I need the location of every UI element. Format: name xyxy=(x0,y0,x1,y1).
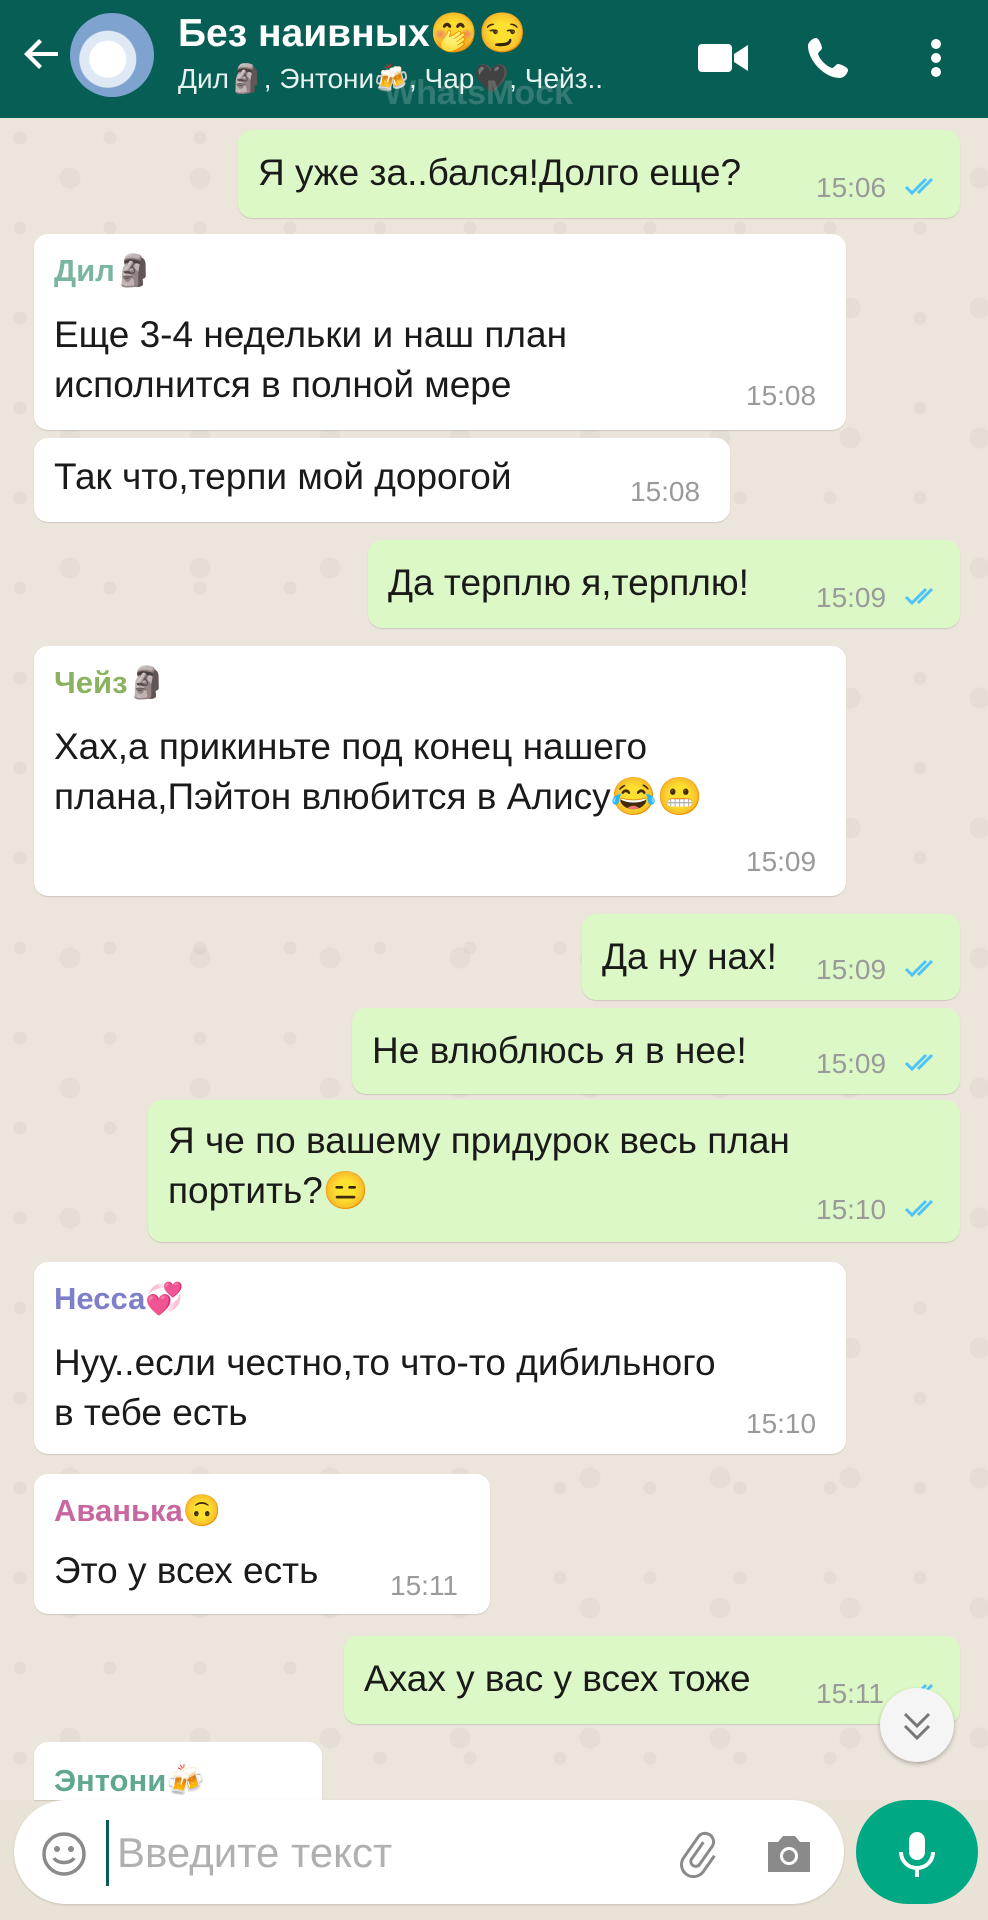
message-text: Я уже за..бался!Долго еще? xyxy=(258,152,742,193)
message-text: Да ну нах! xyxy=(602,936,777,977)
read-ticks-icon xyxy=(904,177,934,196)
message-sender: Аванька🙃 xyxy=(54,1493,222,1528)
message-text: Ахах у вас у всех тоже xyxy=(364,1658,751,1699)
message-time: 15:10 xyxy=(746,1408,817,1439)
phone-icon xyxy=(808,38,848,78)
message-incoming[interactable]: Дил🗿 Еще 3-4 недельки и наш план исполни… xyxy=(34,234,846,430)
back-button[interactable] xyxy=(18,30,66,78)
message-incoming[interactable]: Аванька🙃 Это у всех есть 15:11 xyxy=(34,1474,490,1614)
arrow-left-icon xyxy=(24,39,58,69)
message-composer xyxy=(14,1800,844,1904)
video-call-button[interactable] xyxy=(694,30,754,86)
chat-header: Без наивных🤭😏 Дил🗿, Энтони🍻, Чар🖤, Чейз.… xyxy=(0,0,988,118)
message-text: Да терплю я,терплю! xyxy=(388,562,749,603)
read-ticks-icon xyxy=(904,1053,934,1072)
scroll-to-bottom-button[interactable] xyxy=(880,1688,954,1762)
message-text: Хах,а прикиньте под конец нашего плана,П… xyxy=(54,726,703,817)
message-time: 15:11 xyxy=(816,1678,884,1709)
message-sender: Чейз🗿 xyxy=(54,665,167,700)
message-incoming[interactable]: Несса💞 Нуу..если честно,то что-то дибиль… xyxy=(34,1262,846,1454)
message-outgoing[interactable]: Я че по вашему придурок весь план портит… xyxy=(148,1100,960,1242)
mic-icon xyxy=(899,1832,935,1877)
message-text: Нуу..если честно,то что-то дибильного в … xyxy=(54,1342,716,1433)
paperclip-icon[interactable] xyxy=(670,1828,726,1884)
message-time: 15:09 xyxy=(816,954,887,985)
chat-title[interactable]: Без наивных🤭😏 xyxy=(178,10,527,56)
message-outgoing[interactable]: Не влюблюсь я в нее! 15:09 xyxy=(352,1008,960,1094)
message-outgoing[interactable]: Да терплю я,терплю! 15:09 xyxy=(368,540,960,628)
message-incoming[interactable]: Энтони🍻 xyxy=(34,1742,322,1800)
message-time: 15:09 xyxy=(746,846,817,877)
message-incoming[interactable]: Чейз🗿 Хах,а прикиньте под конец нашего п… xyxy=(34,646,846,896)
message-outgoing[interactable]: Ахах у вас у всех тоже 15:11 xyxy=(344,1636,960,1724)
message-text: Это у всех есть xyxy=(54,1550,319,1591)
message-text: Я че по вашему придурок весь план портит… xyxy=(168,1120,790,1211)
message-outgoing[interactable]: Да ну нах! 15:09 xyxy=(582,914,960,1000)
read-ticks-icon xyxy=(904,959,934,978)
message-time: 15:11 xyxy=(390,1570,458,1601)
message-sender: Несса💞 xyxy=(54,1281,184,1316)
group-avatar[interactable] xyxy=(70,13,154,97)
video-call-icon xyxy=(698,44,748,72)
voice-call-button[interactable] xyxy=(800,30,860,86)
message-text: Еще 3-4 недельки и наш план исполнится в… xyxy=(54,314,568,405)
double-chevron-down-icon xyxy=(903,1712,931,1741)
message-sender: Дил🗿 xyxy=(54,253,154,288)
message-time: 15:09 xyxy=(816,582,887,613)
message-text: Так что,терпи мой дорогой xyxy=(54,456,512,497)
message-incoming[interactable]: Так что,терпи мой дорогой 15:08 xyxy=(34,438,730,522)
message-time: 15:06 xyxy=(816,172,887,203)
message-text: Не влюблюсь я в нее! xyxy=(372,1030,747,1071)
message-time: 15:10 xyxy=(816,1194,887,1225)
message-time: 15:09 xyxy=(816,1048,887,1079)
voice-message-button[interactable] xyxy=(856,1800,978,1904)
message-sender: Энтони🍻 xyxy=(54,1763,205,1798)
emoji-icon[interactable] xyxy=(40,1830,88,1878)
message-outgoing[interactable]: Я уже за..бался!Долго еще? 15:06 xyxy=(238,130,960,218)
read-ticks-icon xyxy=(904,1199,934,1218)
message-input[interactable] xyxy=(106,1820,679,1886)
more-vert-icon xyxy=(931,39,941,77)
watermark: WhatsMock xyxy=(384,74,573,112)
menu-button[interactable] xyxy=(906,30,966,86)
read-ticks-icon xyxy=(904,587,934,606)
message-time: 15:08 xyxy=(630,476,701,507)
message-time: 15:08 xyxy=(746,380,817,411)
camera-icon[interactable] xyxy=(762,1830,816,1878)
